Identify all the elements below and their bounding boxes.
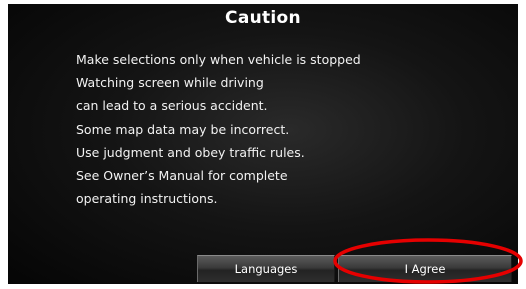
caution-line: Watching screen while driving — [76, 75, 264, 91]
caution-line: operating instructions. — [76, 191, 218, 207]
caution-screen: Caution Make selections only when vehicl… — [8, 4, 518, 284]
dialog-title: Caution — [225, 8, 301, 28]
languages-button[interactable]: Languages — [197, 255, 335, 282]
caution-message: Make selections only when vehicle is sto… — [76, 48, 516, 210]
caution-line: See Owner’s Manual for complete — [76, 167, 288, 183]
agree-button[interactable]: I Agree — [338, 255, 512, 282]
caution-line: Use judgment and obey traffic rules. — [76, 144, 305, 160]
caution-line: Some map data may be incorrect. — [76, 121, 290, 137]
caution-line: Make selections only when vehicle is sto… — [76, 52, 361, 67]
caution-line: can lead to a serious accident. — [76, 98, 268, 114]
